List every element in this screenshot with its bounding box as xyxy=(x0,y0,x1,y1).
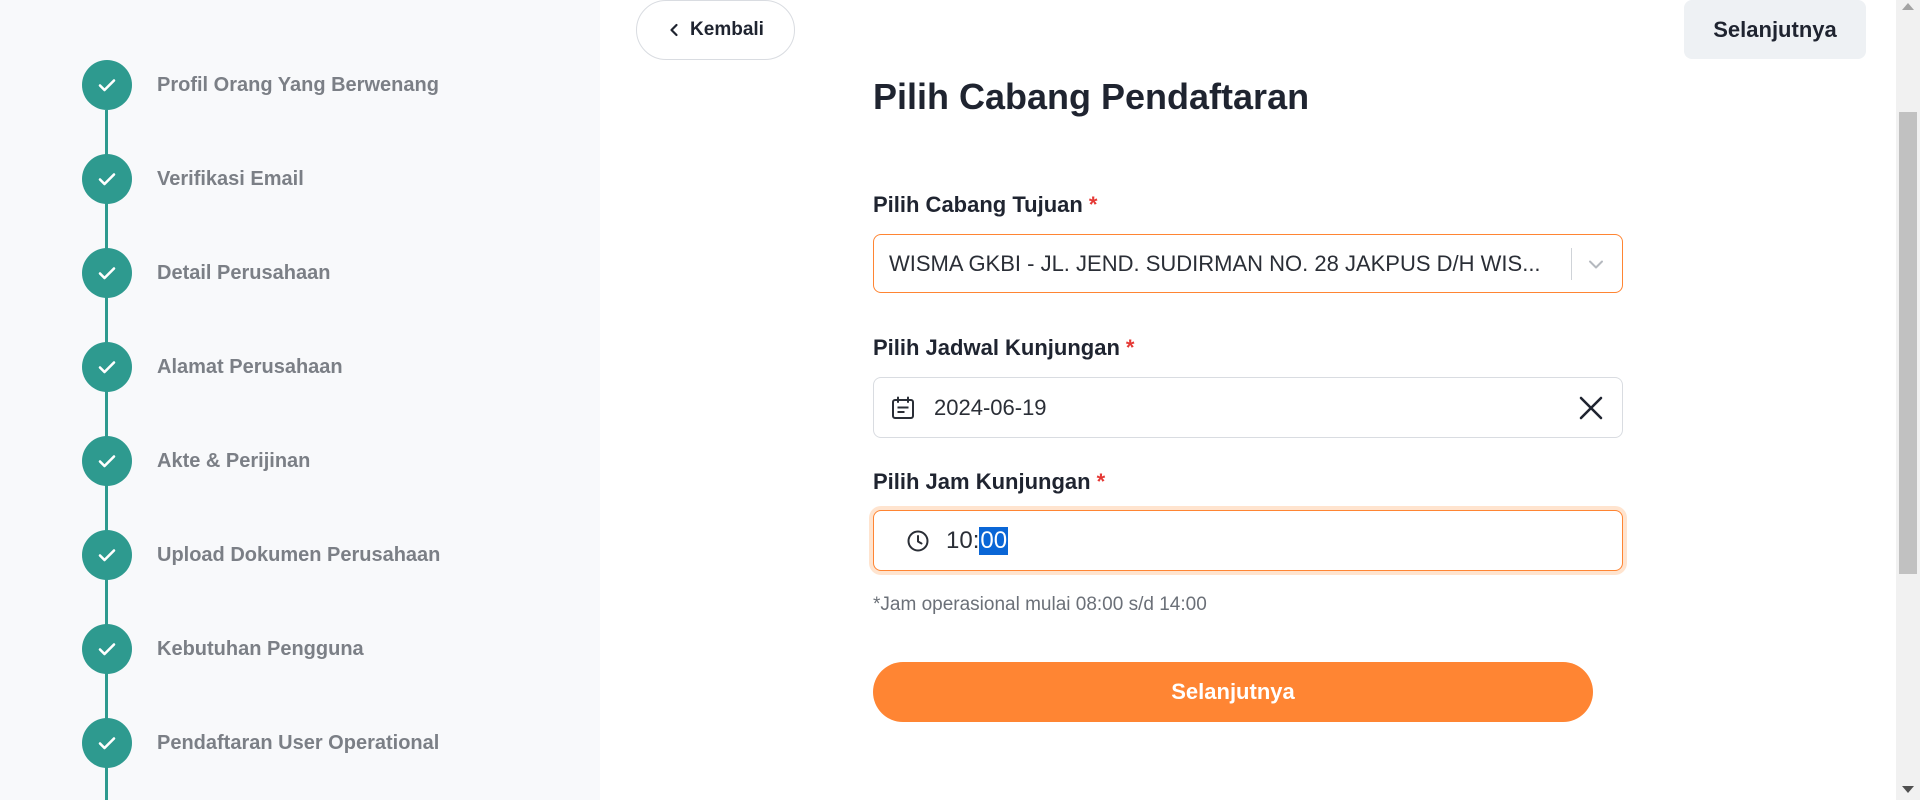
time-label: Pilih Jam Kunjungan * xyxy=(873,469,1105,495)
branch-select[interactable]: WISMA GKBI - JL. JEND. SUDIRMAN NO. 28 J… xyxy=(873,234,1623,293)
check-icon xyxy=(98,361,116,374)
check-icon xyxy=(98,643,116,656)
time-hours[interactable]: 10 xyxy=(946,527,973,555)
step-complete-badge xyxy=(82,342,132,392)
time-label-text: Pilih Jam Kunjungan xyxy=(873,469,1091,494)
visit-time-input[interactable]: 10:00 xyxy=(873,510,1623,571)
scroll-down-arrow-icon[interactable] xyxy=(1902,786,1914,793)
close-icon[interactable] xyxy=(1576,393,1606,423)
step-complete-badge xyxy=(82,60,132,110)
step-label: Kebutuhan Pengguna xyxy=(157,637,364,660)
back-button-label: Kembali xyxy=(690,19,764,40)
step-alamat-perusahaan: Alamat Perusahaan xyxy=(82,342,343,392)
schedule-label: Pilih Jadwal Kunjungan * xyxy=(873,335,1134,361)
step-pendaftaran-user: Pendaftaran User Operational xyxy=(82,718,439,768)
schedule-date-value: 2024-06-19 xyxy=(934,394,1047,420)
chevron-down-icon[interactable] xyxy=(1586,254,1606,274)
back-button[interactable]: Kembali xyxy=(636,0,795,60)
chevron-left-icon xyxy=(670,23,678,37)
step-complete-badge xyxy=(82,624,132,674)
time-value[interactable]: 10:00 xyxy=(946,526,1009,555)
step-verifikasi-email: Verifikasi Email xyxy=(82,154,304,204)
page-title: Pilih Cabang Pendaftaran xyxy=(873,76,1310,117)
scrollbar-thumb[interactable] xyxy=(1899,112,1917,574)
branch-select-value: WISMA GKBI - JL. JEND. SUDIRMAN NO. 28 J… xyxy=(889,250,1541,276)
branch-label-text: Pilih Cabang Tujuan xyxy=(873,192,1083,217)
check-icon xyxy=(98,455,116,468)
step-label: Pendaftaran User Operational xyxy=(157,731,440,754)
step-kebutuhan-pengguna: Kebutuhan Pengguna xyxy=(82,624,364,674)
step-label: Akte & Perijinan xyxy=(157,449,311,472)
step-detail-perusahaan: Detail Perusahaan xyxy=(82,248,330,298)
time-minutes-selected[interactable]: 00 xyxy=(979,526,1009,555)
submit-next-button[interactable]: Selanjutnya xyxy=(873,662,1593,722)
step-label: Detail Perusahaan xyxy=(157,261,331,284)
step-complete-badge xyxy=(82,436,132,486)
time-separator: : xyxy=(972,526,980,554)
check-icon xyxy=(98,79,116,92)
step-complete-badge xyxy=(82,530,132,580)
step-label: Profil Orang Yang Berwenang xyxy=(157,73,439,96)
next-button-label: Selanjutnya xyxy=(1713,16,1837,42)
step-label: Alamat Perusahaan xyxy=(157,355,343,378)
step-complete-badge xyxy=(82,248,132,298)
submit-next-label: Selanjutnya xyxy=(1171,679,1295,704)
step-complete-badge xyxy=(82,154,132,204)
schedule-date-field[interactable]: 2024-06-19 xyxy=(873,377,1623,438)
required-marker: * xyxy=(1096,469,1106,494)
calendar-icon xyxy=(892,396,914,419)
clock-icon xyxy=(907,530,929,551)
stepper-sidebar: Profil Orang Yang Berwenang Verifikasi E… xyxy=(0,0,600,800)
check-icon xyxy=(98,737,116,750)
step-complete-badge xyxy=(82,718,132,768)
required-marker: * xyxy=(1088,192,1098,217)
step-upload-dokumen: Upload Dokumen Perusahaan xyxy=(82,530,440,580)
select-divider xyxy=(1571,247,1572,280)
step-label: Upload Dokumen Perusahaan xyxy=(157,543,441,566)
next-button-top[interactable]: Selanjutnya xyxy=(1684,0,1866,59)
schedule-label-text: Pilih Jadwal Kunjungan xyxy=(873,335,1120,360)
step-akte-perijinan: Akte & Perijinan xyxy=(82,436,310,486)
operating-hours-hint: *Jam operasional mulai 08:00 s/d 14:00 xyxy=(873,594,1207,615)
check-icon xyxy=(98,549,116,562)
vertical-scrollbar[interactable] xyxy=(1896,0,1920,800)
branch-label: Pilih Cabang Tujuan * xyxy=(873,192,1097,218)
check-icon xyxy=(98,173,116,186)
step-label: Verifikasi Email xyxy=(157,167,304,190)
check-icon xyxy=(98,267,116,280)
step-profil: Profil Orang Yang Berwenang xyxy=(82,60,439,110)
required-marker: * xyxy=(1125,335,1135,360)
scroll-up-arrow-icon[interactable] xyxy=(1902,3,1914,10)
